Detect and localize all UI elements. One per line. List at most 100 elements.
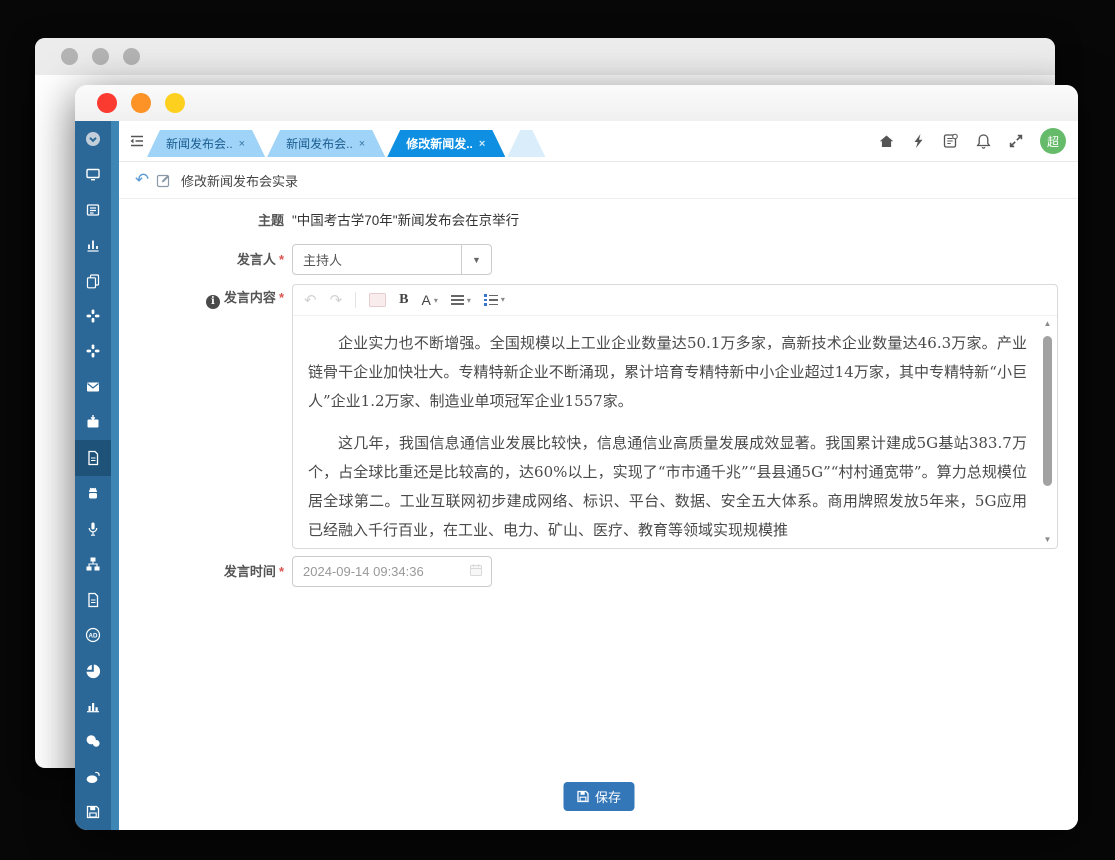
font-color-button[interactable]: A▾ bbox=[422, 292, 438, 308]
close-window-button[interactable] bbox=[97, 93, 117, 113]
ad-icon: AD bbox=[85, 627, 101, 643]
tab-news-conference-2[interactable]: 新闻发布会.. × bbox=[267, 130, 385, 157]
rich-text-editor: ↶ ↷ B A▾ ▾ ▾ 企业实力也不断增强。全国规模以上工业企业数量达50.1… bbox=[292, 284, 1058, 549]
minimize-window-button[interactable] bbox=[131, 93, 151, 113]
window-titlebar bbox=[75, 85, 1078, 121]
sidebar-item-modules[interactable] bbox=[75, 298, 111, 333]
sidebar-strip bbox=[111, 121, 119, 830]
tab-close-icon[interactable]: × bbox=[479, 138, 485, 150]
form: 主题 "中国考古学70年"新闻发布会在京举行 发言人* 主持人 ▼ i发言内容*… bbox=[119, 198, 1078, 830]
window-dot bbox=[61, 48, 78, 65]
document-icon bbox=[85, 450, 101, 466]
copy-icon bbox=[85, 273, 101, 289]
paragraph: 企业实力也不断增强。全国规模以上工业企业数量达50.1万多家，高新技术企业数量达… bbox=[308, 329, 1027, 416]
back-arrow-icon[interactable]: ↶ bbox=[129, 170, 155, 190]
window-dot bbox=[123, 48, 140, 65]
align-button[interactable]: ▾ bbox=[451, 295, 471, 305]
time-input[interactable]: 2024-09-14 09:34:36 bbox=[292, 556, 492, 587]
modules-icon bbox=[85, 308, 101, 324]
speaker-select-value: 主持人 bbox=[293, 250, 461, 269]
tab-label: 新闻发布会.. bbox=[286, 135, 353, 152]
list-button[interactable]: ▾ bbox=[484, 294, 505, 305]
sidebar-item-transcripts[interactable] bbox=[75, 440, 111, 475]
edit-icon bbox=[155, 172, 172, 189]
poll-icon bbox=[85, 237, 101, 253]
tab-close-icon[interactable]: × bbox=[239, 138, 245, 150]
sidebar-item-mail-inbox[interactable] bbox=[75, 405, 111, 440]
sidebar-item-ad[interactable]: AD bbox=[75, 617, 111, 652]
tab-ghost bbox=[507, 130, 545, 157]
flash-icon[interactable] bbox=[911, 133, 926, 149]
tab-label: 修改新闻发.. bbox=[406, 135, 473, 152]
fullscreen-icon[interactable] bbox=[1008, 133, 1024, 149]
time-label: 发言时间* bbox=[119, 562, 284, 582]
undo-icon[interactable]: ↶ bbox=[304, 291, 317, 309]
app-shell: AD 新闻发布会..× 新闻发布会..× 修改新闻发..× bbox=[75, 121, 1078, 830]
sidebar-item-save[interactable] bbox=[75, 795, 111, 830]
time-value: 2024-09-14 09:34:36 bbox=[303, 564, 424, 579]
sidebar-item-wechat[interactable] bbox=[75, 724, 111, 759]
sidebar-item-weibo[interactable] bbox=[75, 759, 111, 794]
redo-icon[interactable]: ↷ bbox=[330, 291, 343, 309]
maximize-window-button[interactable] bbox=[165, 93, 185, 113]
editor-text[interactable]: 企业实力也不断增强。全国规模以上工业企业数量达50.1万多家，高新技术企业数量达… bbox=[308, 316, 1027, 545]
breadcrumb: ↶ 修改新闻发布会实录 bbox=[119, 162, 1078, 199]
weibo-icon bbox=[85, 769, 101, 785]
menu-fold-icon[interactable] bbox=[125, 130, 149, 152]
sidebar-item-monitor[interactable] bbox=[75, 156, 111, 191]
topic-label: 主题 bbox=[119, 211, 284, 231]
bell-icon[interactable] bbox=[975, 133, 992, 150]
monitor-icon bbox=[85, 166, 101, 182]
toolbar-divider bbox=[355, 292, 356, 308]
bold-button[interactable]: B bbox=[399, 292, 408, 308]
scrollbar-thumb[interactable] bbox=[1043, 336, 1052, 486]
tab-bar: 新闻发布会..× 新闻发布会..× 修改新闻发..× 超 bbox=[119, 121, 1078, 162]
paragraph: 这几年，我国信息通信业发展比较快，信息通信业高质量发展成效显著。我国累计建成5G… bbox=[308, 429, 1027, 545]
svg-text:AD: AD bbox=[89, 632, 98, 639]
pie-chart-icon bbox=[85, 663, 101, 679]
sidebar-item-collapse[interactable] bbox=[75, 121, 111, 156]
sidebar-item-file[interactable] bbox=[75, 582, 111, 617]
speaker-select[interactable]: 主持人 ▼ bbox=[292, 244, 492, 275]
required-mark: * bbox=[279, 564, 284, 579]
scroll-down-icon[interactable]: ▼ bbox=[1040, 535, 1055, 544]
tab-close-icon[interactable]: × bbox=[359, 138, 365, 150]
editor-toolbar: ↶ ↷ B A▾ ▾ ▾ bbox=[293, 285, 1057, 316]
home-icon[interactable] bbox=[878, 133, 895, 149]
sidebar-item-pie[interactable] bbox=[75, 653, 111, 688]
modules-icon-2 bbox=[85, 343, 101, 359]
sidebar-item-chart[interactable] bbox=[75, 688, 111, 723]
save-button[interactable]: 保存 bbox=[563, 782, 634, 811]
avatar[interactable]: 超 bbox=[1040, 128, 1066, 154]
save-icon bbox=[576, 790, 589, 803]
sidebar-item-audio[interactable] bbox=[75, 511, 111, 546]
android-icon bbox=[85, 485, 101, 501]
sidebar-item-stats[interactable] bbox=[75, 227, 111, 262]
editor-body[interactable]: 企业实力也不断增强。全国规模以上工业企业数量达50.1万多家，高新技术企业数量达… bbox=[293, 316, 1057, 547]
bar-chart-icon bbox=[85, 698, 101, 714]
topic-value: "中国考古学70年"新闻发布会在京举行 bbox=[292, 211, 519, 231]
scroll-up-icon[interactable]: ▲ bbox=[1040, 319, 1055, 328]
memo-icon[interactable] bbox=[942, 133, 959, 149]
wechat-icon bbox=[85, 733, 101, 749]
sidebar-item-modules-2[interactable] bbox=[75, 334, 111, 369]
window-dot bbox=[92, 48, 109, 65]
chevron-down-icon[interactable]: ▼ bbox=[461, 245, 491, 274]
newspaper-icon bbox=[85, 202, 101, 218]
sidebar: AD bbox=[75, 121, 111, 830]
insert-image-icon[interactable] bbox=[369, 293, 386, 307]
info-icon: i bbox=[206, 295, 220, 309]
tab-news-conference-1[interactable]: 新闻发布会..× bbox=[147, 130, 265, 157]
file-icon bbox=[85, 592, 101, 608]
editor-scrollbar[interactable]: ▲ ▼ bbox=[1040, 319, 1055, 544]
mail-icon bbox=[85, 379, 101, 395]
save-disk-icon bbox=[85, 804, 101, 820]
sitemap-icon bbox=[85, 556, 101, 572]
sidebar-item-sitemap[interactable] bbox=[75, 546, 111, 581]
tab-edit-transcript[interactable]: 修改新闻发.. × bbox=[387, 130, 505, 157]
sidebar-item-news[interactable] bbox=[75, 192, 111, 227]
required-mark: * bbox=[279, 290, 284, 305]
sidebar-item-android[interactable] bbox=[75, 476, 111, 511]
sidebar-item-mail[interactable] bbox=[75, 369, 111, 404]
sidebar-item-copy[interactable] bbox=[75, 263, 111, 298]
